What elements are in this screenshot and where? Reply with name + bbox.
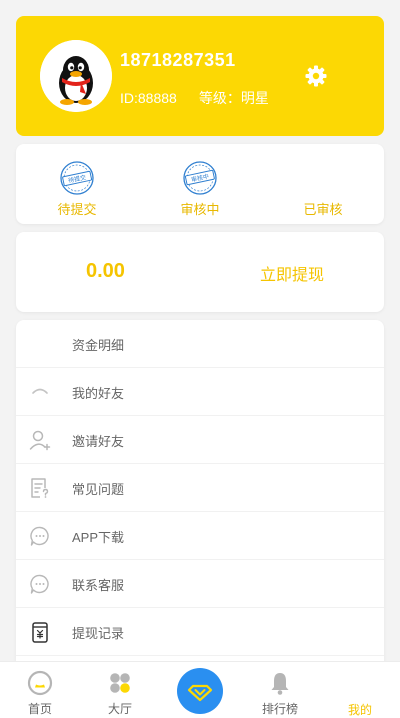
hall-icon [110, 673, 130, 693]
tab-mine[interactable]: 我的 [332, 662, 388, 718]
qq-penguin-icon [40, 40, 112, 112]
menu-item-label: 联系客服 [72, 578, 125, 593]
menu-item-my-friends[interactable]: 我的好友 [16, 368, 384, 416]
status-label-reviewed: 已审核 [303, 202, 343, 217]
withdraw-button[interactable]: 立即提现 [260, 261, 324, 285]
status-label-pending: 待提交 [57, 202, 97, 217]
menu-item-label: 我的好友 [72, 386, 125, 401]
menu-list: 资金明细 我的好友 邀请好友 常见问题 APP下载 联系客服 提现记录 [16, 320, 384, 680]
invite-user-icon [29, 430, 51, 451]
status-reviewed[interactable]: 已审核 [262, 144, 384, 224]
faq-icon [31, 478, 49, 498]
tab-home[interactable]: 首页 [12, 662, 68, 718]
menu-item-withdraw-records[interactable]: 提现记录 [16, 608, 384, 656]
center-action-button[interactable] [177, 668, 223, 714]
gear-icon [305, 65, 327, 87]
status-pending[interactable]: 待提交 待提交 [16, 144, 138, 224]
diamond-icon [187, 684, 213, 702]
menu-item-invite-friends[interactable]: 邀请好友 [16, 416, 384, 464]
balance-card: 0.00 立即提现 [16, 232, 384, 312]
user-phone: 18718287351 [120, 50, 236, 70]
tab-label: 我的 [347, 703, 372, 717]
user-id: ID:88888 [120, 90, 177, 106]
tab-label: 排行榜 [261, 702, 298, 716]
tab-label: 首页 [27, 702, 52, 716]
status-label-reviewing: 审核中 [180, 202, 220, 217]
menu-item-app-download[interactable]: APP下载 [16, 512, 384, 560]
stamp-reviewing-icon: 审核中 [183, 161, 217, 195]
profile-card: 18718287351 ID:88888 等级：明星 [16, 16, 384, 136]
menu-item-faq[interactable]: 常见问题 [16, 464, 384, 512]
customer-service-icon [30, 574, 49, 594]
menu-item-label: 资金明细 [72, 338, 125, 353]
stamp-pending-icon: 待提交 [60, 161, 94, 195]
tab-label: 大厅 [107, 702, 132, 716]
user-level: 等级：明星 [198, 90, 269, 106]
status-reviewing[interactable]: 审核中 审核中 [139, 144, 261, 224]
tab-ranking[interactable]: 排行榜 [252, 662, 308, 718]
avatar[interactable] [40, 40, 112, 112]
home-icon [27, 670, 53, 696]
balance-amount: 0.00 [86, 260, 125, 282]
bottom-tab-bar: 首页 大厅 排行榜 我的 [0, 661, 400, 718]
menu-item-label: 常见问题 [72, 482, 125, 497]
menu-item-fund-details[interactable]: 资金明细 [16, 320, 384, 368]
menu-item-label: APP下载 [72, 530, 125, 545]
bell-icon [271, 673, 289, 695]
order-status-card: 待提交 待提交 审核中 审核中 已审核 [16, 144, 384, 224]
menu-item-customer-service[interactable]: 联系客服 [16, 560, 384, 608]
tab-hall[interactable]: 大厅 [92, 662, 148, 718]
download-chat-icon [30, 526, 49, 546]
friends-icon [32, 388, 48, 394]
withdraw-record-icon [32, 622, 48, 643]
settings-button[interactable] [304, 64, 328, 88]
user-meta: ID:88888 等级：明星 [120, 88, 269, 108]
menu-item-label: 提现记录 [72, 626, 125, 641]
menu-item-label: 邀请好友 [72, 434, 125, 449]
